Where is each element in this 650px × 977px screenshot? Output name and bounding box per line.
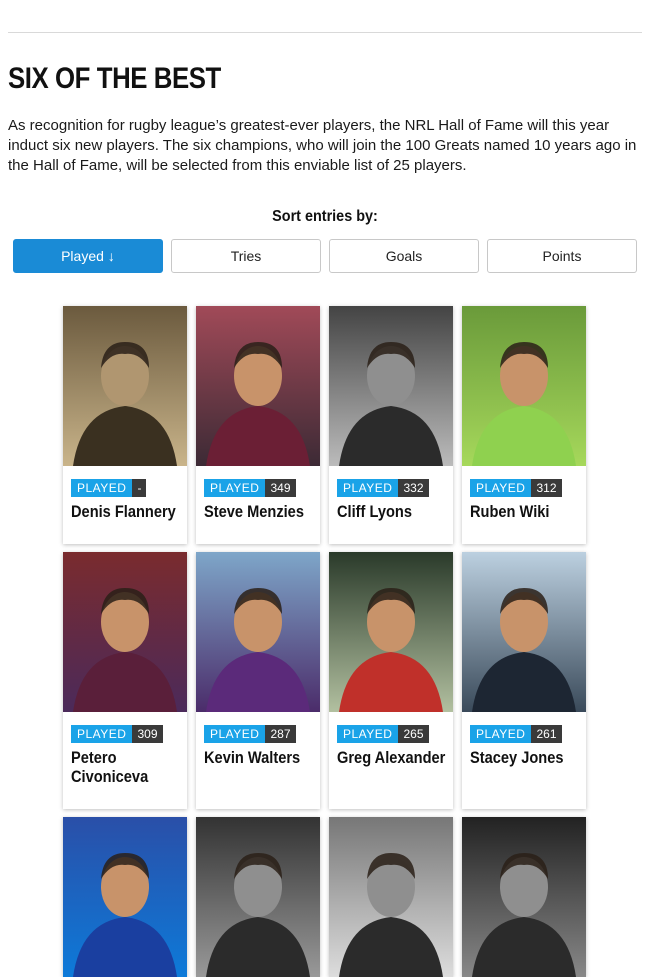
stat-value: 309 [132,725,163,743]
page-title: SIX OF THE BEST [8,62,221,95]
top-divider [8,32,642,33]
player-card[interactable]: PLAYED 261 Stacey Jones [462,552,586,809]
sort-buttons: Played ↓ Tries Goals Points [13,239,637,273]
stat-badge: PLAYED 332 [337,479,429,497]
player-photo [462,306,586,466]
stat-value: - [132,479,147,497]
player-card[interactable]: PLAYED 265 Greg Alexander [329,552,453,809]
player-photo [462,817,586,977]
player-photo [329,817,453,977]
arrow-down-icon: ↓ [107,248,115,264]
stat-label: PLAYED [71,725,133,743]
player-card[interactable]: PLAYED 312 Ruben Wiki [462,306,586,544]
stat-value: 287 [265,725,296,743]
player-name: Stacey Jones [470,748,564,767]
stat-badge: PLAYED - [71,479,147,497]
stat-label: PLAYED [470,479,532,497]
player-name: Cliff Lyons [337,502,412,521]
player-photo [196,552,320,712]
stat-label: PLAYED [337,479,399,497]
sort-tries-button[interactable]: Tries [171,239,321,273]
stat-label: PLAYED [71,479,133,497]
stat-value: 261 [531,725,562,743]
player-photo [196,817,320,977]
stat-label: PLAYED [204,725,266,743]
player-name: Petero Civoniceva [71,748,149,786]
stat-badge: PLAYED 349 [204,479,296,497]
stat-value: 332 [398,479,429,497]
stat-value: 312 [531,479,562,497]
player-card[interactable]: PLAYED 309 Petero Civoniceva [63,552,187,809]
sort-played-label: Played [61,248,104,264]
player-photo [329,306,453,466]
player-photo [63,552,187,712]
intro-text: As recognition for rugby league’s greate… [8,117,637,174]
player-photo [462,552,586,712]
player-photo [329,552,453,712]
player-name: Steve Menzies [204,502,304,521]
player-card[interactable]: PLAYED - Denis Flannery [63,306,187,544]
stat-badge: PLAYED 312 [470,479,562,497]
player-name: Kevin Walters [204,748,301,767]
player-card[interactable]: PLAYED 287 Kevin Walters [196,552,320,809]
stat-badge: PLAYED 265 [337,725,429,743]
stat-label: PLAYED [204,479,266,497]
sort-goals-button[interactable]: Goals [329,239,479,273]
sort-label: Sort entries by: [272,208,378,225]
stat-badge: PLAYED 261 [470,725,562,743]
player-card[interactable]: PLAYED 332 Cliff Lyons [329,306,453,544]
player-card[interactable] [462,817,586,977]
player-photo [196,306,320,466]
player-card[interactable] [329,817,453,977]
sort-played-button[interactable]: Played ↓ [13,239,163,273]
sort-points-button[interactable]: Points [487,239,637,273]
stat-value: 349 [265,479,296,497]
player-name: Greg Alexander [337,748,446,767]
player-card[interactable] [196,817,320,977]
stat-label: PLAYED [337,725,399,743]
stat-value: 265 [398,725,429,743]
player-name: Denis Flannery [71,502,176,521]
stat-badge: PLAYED 287 [204,725,296,743]
player-card[interactable]: PLAYED 349 Steve Menzies [196,306,320,544]
stat-badge: PLAYED 309 [71,725,163,743]
stat-label: PLAYED [470,725,532,743]
player-photo [63,306,187,466]
player-card[interactable] [63,817,187,977]
player-photo [63,817,187,977]
player-name: Ruben Wiki [470,502,550,521]
